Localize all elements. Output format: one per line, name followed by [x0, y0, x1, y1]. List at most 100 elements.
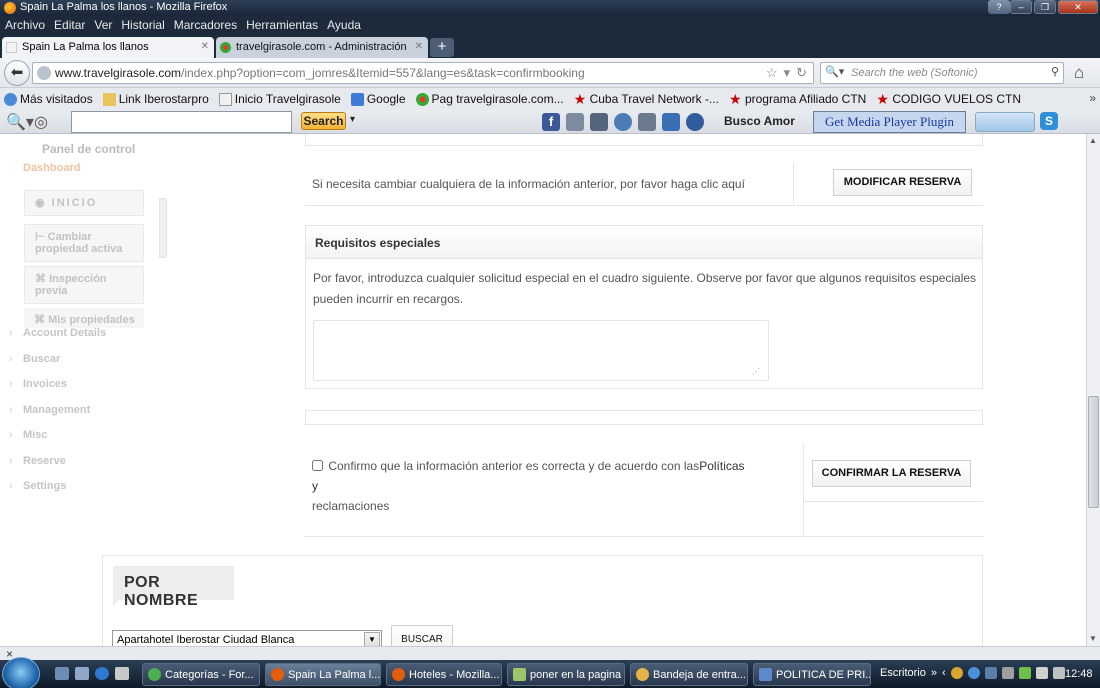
- media-plugin-button[interactable]: Get Media Player Plugin: [813, 111, 966, 133]
- search-dropdown-icon[interactable]: ▾: [350, 114, 355, 125]
- menu-ayuda[interactable]: Ayuda: [322, 16, 365, 34]
- menu-ver[interactable]: Ver: [89, 16, 116, 34]
- confirm-booking-button[interactable]: CONFIRMAR LA RESERVA: [812, 460, 971, 487]
- bookmark-star-icon[interactable]: ☆: [766, 65, 778, 81]
- busco-amor-link[interactable]: Busco Amor: [724, 114, 795, 128]
- sidebar-item-management[interactable]: Management: [9, 404, 90, 416]
- switch-windows-icon[interactable]: [75, 667, 89, 680]
- start-button[interactable]: [2, 657, 40, 688]
- heart-icon[interactable]: [686, 113, 704, 131]
- task-bandeja[interactable]: Bandeja de entra...: [630, 663, 748, 686]
- scrollbar-thumb[interactable]: [1088, 396, 1099, 508]
- menu-editar[interactable]: Editar: [49, 16, 89, 34]
- facebook-icon[interactable]: f: [542, 113, 560, 131]
- internet-explorer-icon[interactable]: [95, 667, 109, 680]
- task-politica[interactable]: POLITICA DE PRI...: [753, 663, 871, 686]
- tray-icon[interactable]: [984, 667, 997, 679]
- toolbar-blank-button[interactable]: [975, 112, 1035, 132]
- toolbar-search-button[interactable]: Search: [301, 112, 346, 130]
- chat-icon[interactable]: [590, 113, 608, 131]
- scroll-down-icon[interactable]: ▼: [1089, 634, 1097, 643]
- bookmark-afiliado-ctn[interactable]: ★ programa Afiliado CTN: [729, 92, 866, 107]
- sidebar-item-account[interactable]: Account Details: [9, 327, 106, 339]
- desktop-label[interactable]: Escritorio: [880, 667, 926, 679]
- menu-historial[interactable]: Historial: [116, 16, 168, 34]
- task-hoteles[interactable]: Hoteles - Mozilla...: [386, 663, 502, 686]
- dropdown-arrow-icon[interactable]: ▾: [784, 65, 791, 81]
- clock[interactable]: 12:48: [1065, 668, 1093, 680]
- modify-booking-button[interactable]: MODIFICAR RESERVA: [833, 169, 972, 196]
- sidebar-item-reserve[interactable]: Reserve: [9, 455, 66, 467]
- menu-herramientas[interactable]: Herramientas: [241, 16, 322, 34]
- message-icon[interactable]: [638, 113, 656, 131]
- skype-icon[interactable]: S: [1040, 112, 1058, 130]
- sidebar-item-misc[interactable]: Misc: [9, 429, 48, 441]
- tab-spain-la-palma[interactable]: Spain La Palma los llanos ✕: [2, 37, 214, 58]
- bookmark-pag-travelgirasole[interactable]: Pag travelgirasole.com...: [415, 92, 564, 106]
- minimize-button[interactable]: –: [1010, 0, 1032, 14]
- tray-icon[interactable]: [1052, 667, 1065, 679]
- sidebar-item-buscar[interactable]: Buscar: [9, 353, 60, 365]
- sidebar-item-cambiar[interactable]: ⊢ Cambiar propiedad activa: [24, 224, 144, 262]
- tab-bar: Spain La Palma los llanos ✕ travelgiraso…: [0, 34, 1100, 58]
- task-categorias[interactable]: Categorías - For...: [142, 663, 260, 686]
- globe-icon[interactable]: [614, 113, 632, 131]
- sidebar-scrollbar[interactable]: [157, 186, 169, 316]
- help-icon[interactable]: ?: [988, 0, 1010, 14]
- menu-marcadores[interactable]: Marcadores: [169, 16, 241, 34]
- menu-archivo[interactable]: Archivo: [0, 16, 49, 34]
- tray-icon[interactable]: [1001, 667, 1014, 679]
- bookmark-mas-visitados[interactable]: Más visitados: [4, 92, 93, 106]
- hotel-select[interactable]: Apartahotel Iberostar Ciudad Blanca ▼: [112, 630, 382, 646]
- bookmark-codigo-vuelos[interactable]: ★ CODIGO VUELOS CTN: [876, 92, 1021, 107]
- sidebar-item-inicio[interactable]: ◉ INICIO: [24, 190, 144, 216]
- app-icon[interactable]: [662, 113, 680, 131]
- chevron-right-icon[interactable]: »: [931, 667, 937, 679]
- bookmark-cuba-travel[interactable]: ★ Cuba Travel Network -...: [574, 92, 719, 107]
- bookmark-label: Más visitados: [20, 92, 93, 106]
- arrow-left-icon[interactable]: ‹: [942, 667, 946, 679]
- reload-icon[interactable]: ↻: [796, 65, 807, 81]
- close-button[interactable]: ✕: [1058, 0, 1098, 14]
- maximize-button[interactable]: ❐: [1034, 0, 1056, 14]
- url-bar[interactable]: www.travelgirasole.com/index.php?option=…: [32, 62, 814, 84]
- scroll-up-icon[interactable]: ▲: [1089, 136, 1097, 145]
- divider: [803, 444, 804, 536]
- sidebar-item-invoices[interactable]: Invoices: [9, 378, 67, 390]
- sidebar-item-inspeccion[interactable]: ⌘ Inspección previa: [24, 266, 144, 304]
- task-spain-la-palma[interactable]: Spain La Palma l...: [265, 663, 381, 686]
- buscar-button[interactable]: BUSCAR: [391, 625, 453, 646]
- toolbar-search-input[interactable]: [71, 111, 292, 133]
- sidebar-item-settings[interactable]: Settings: [9, 480, 67, 492]
- magnifier-icon[interactable]: 🔍▾◎: [6, 112, 48, 132]
- new-tab-button[interactable]: +: [430, 38, 454, 57]
- site-identity-icon[interactable]: [37, 66, 51, 80]
- page-scrollbar[interactable]: ▲ ▼: [1086, 134, 1100, 646]
- volume-icon[interactable]: [1035, 667, 1048, 679]
- people-icon[interactable]: [566, 113, 584, 131]
- bookmark-iberostarpro[interactable]: Link Iberostarpro: [102, 92, 209, 106]
- close-tab-icon[interactable]: ✕: [415, 41, 423, 52]
- resize-grip-icon[interactable]: ⋰: [752, 367, 760, 376]
- back-button[interactable]: ⬅: [4, 60, 30, 86]
- chevron-right-icon[interactable]: »: [1089, 91, 1096, 105]
- chevron-down-icon[interactable]: ▼: [364, 632, 380, 646]
- media-icon[interactable]: [115, 667, 129, 680]
- bookmark-inicio-travelgirasole[interactable]: Inicio Travelgirasole: [218, 92, 341, 106]
- confirm-checkbox[interactable]: [312, 460, 323, 471]
- network-icon[interactable]: [1018, 667, 1031, 679]
- bookmark-label: Inicio Travelgirasole: [234, 92, 341, 106]
- show-desktop-icon[interactable]: [55, 667, 69, 680]
- search-go-icon[interactable]: ⚲: [1051, 65, 1059, 78]
- special-requests-textarea[interactable]: ⋰: [313, 320, 769, 381]
- sidebar-dashboard[interactable]: Dashboard: [23, 162, 80, 174]
- close-tab-icon[interactable]: ✕: [201, 41, 209, 52]
- tab-admin[interactable]: travelgirasole.com - Administración ✕: [216, 37, 428, 58]
- tray-icon[interactable]: [967, 667, 980, 679]
- bookmark-google[interactable]: Google: [350, 92, 406, 106]
- sidebar-item-mis-propiedades[interactable]: ⌘ Mis propiedades: [24, 308, 144, 328]
- home-icon[interactable]: ⌂: [1074, 63, 1084, 83]
- task-poner-en-la-pagina[interactable]: poner en la pagina: [507, 663, 625, 686]
- web-search-input[interactable]: 🔍▾ Search the web (Softonic) ⚲: [820, 62, 1064, 84]
- tray-icon[interactable]: [950, 667, 963, 679]
